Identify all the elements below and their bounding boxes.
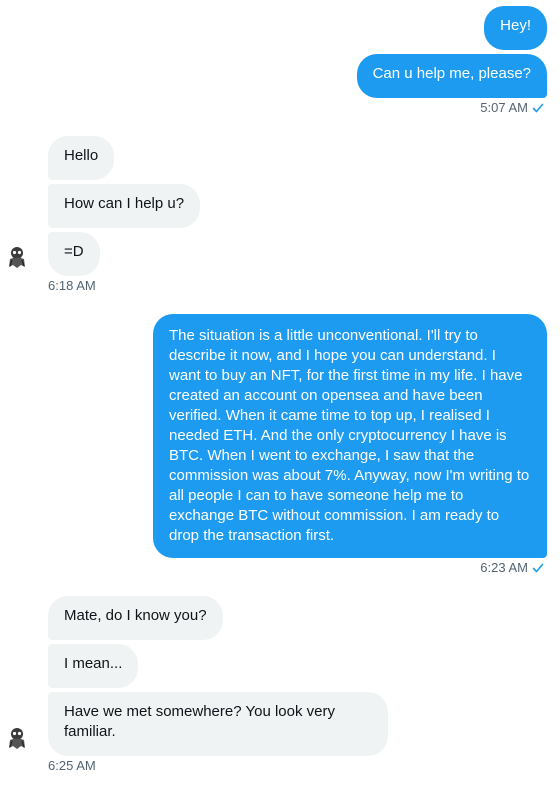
message-bubble-outgoing[interactable]: Can u help me, please? — [356, 54, 547, 98]
message-bubble-incoming[interactable]: Mate, do I know you? — [48, 596, 223, 640]
message-bubble-incoming[interactable]: How can I help u? — [48, 184, 201, 228]
avatar-icon[interactable] — [6, 245, 28, 269]
timestamp-text: 6:23 AM — [480, 560, 528, 575]
message-timestamp: 5:07 AM — [480, 100, 544, 116]
check-icon — [532, 563, 544, 573]
timestamp-text: 5:07 AM — [480, 100, 528, 115]
message-bubble-incoming[interactable]: Hello — [48, 136, 115, 180]
timestamp-text: 6:18 AM — [48, 278, 96, 293]
check-icon — [532, 103, 544, 113]
message-timestamp: 6:18 AM — [48, 278, 96, 294]
message-timestamp: 6:23 AM — [480, 560, 544, 576]
message-bubble-incoming[interactable]: =D — [48, 232, 100, 276]
message-bubble-outgoing[interactable]: Hey! — [484, 6, 547, 50]
message-bubble-incoming[interactable]: Have we met somewhere? You look very fam… — [48, 692, 388, 756]
avatar-icon[interactable] — [6, 726, 28, 750]
message-bubble-outgoing[interactable]: The situation is a little unconventional… — [153, 314, 547, 558]
message-timestamp: 6:25 AM — [48, 758, 96, 774]
message-bubble-incoming[interactable]: I mean... — [48, 644, 139, 688]
timestamp-text: 6:25 AM — [48, 758, 96, 773]
